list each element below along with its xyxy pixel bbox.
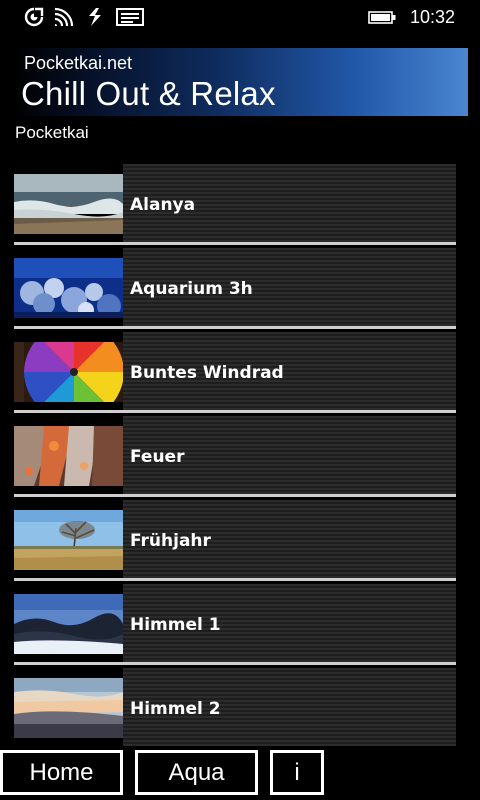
thumbnail-pinwheel [14,332,123,410]
divider [14,410,456,413]
thumbnail-sky-2 [14,668,123,746]
home-button[interactable]: Home [0,750,123,795]
list-item-label: Buntes Windrad [130,363,284,383]
app-banner: Pocketkai.net Chill Out & Relax [12,48,468,116]
list-item-label: Himmel 1 [130,615,221,635]
list-item-alanya[interactable]: Alanya [14,164,456,245]
publisher-label: Pocketkai [15,123,89,142]
thumbnail-spring [14,500,123,578]
bottom-bar: Home Aqua i [0,750,480,800]
thumbnail-sky-1 [14,584,123,662]
list-item-label: Himmel 2 [130,699,221,719]
thumbnail-fire [14,416,123,494]
list-item-label: Feuer [130,447,185,467]
list-item-buntes-windrad[interactable]: Buntes Windrad [14,332,456,413]
divider [14,326,456,329]
divider [14,494,456,497]
divider [14,662,456,665]
list-item-fruehjahr[interactable]: Frühjahr [14,500,456,581]
data-connection-icon [89,8,101,26]
thumbnail-beach [14,164,123,242]
battery-icon [368,11,396,24]
divider [14,242,456,245]
list-item-himmel-2[interactable]: Himmel 2 [14,668,456,746]
message-icon [116,8,144,26]
sync-icon [24,7,44,27]
aqua-button[interactable]: Aqua [135,750,258,795]
status-bar: 10:32 [0,0,480,34]
app-title: Chill Out & Relax [21,75,276,112]
thumbnail-aquarium [14,248,123,326]
info-button[interactable]: i [270,750,324,795]
divider [14,578,456,581]
list-item-label: Aquarium 3h [130,279,253,299]
site-name: Pocketkai.net [24,53,133,73]
list-item-aquarium-3h[interactable]: Aquarium 3h [14,248,456,329]
list-item-label: Frühjahr [130,531,211,551]
list-item-label: Alanya [130,195,196,215]
clock: 10:32 [410,7,456,27]
list-item-feuer[interactable]: Feuer [14,416,456,497]
list-item-himmel-1[interactable]: Himmel 1 [14,584,456,665]
wifi-icon [54,7,74,27]
